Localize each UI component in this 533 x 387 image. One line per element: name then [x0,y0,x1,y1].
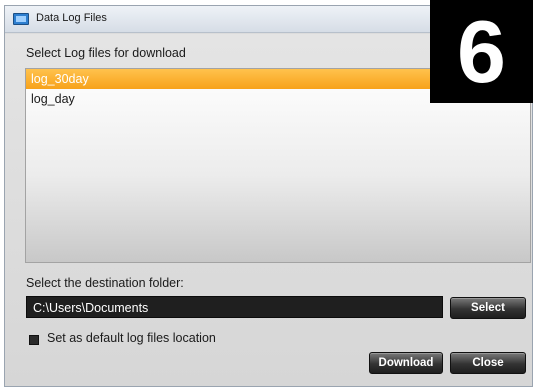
step-number-badge: 6 [430,0,533,103]
destination-folder-label: Select the destination folder: [26,276,184,290]
select-folder-button[interactable]: Select [450,297,526,319]
window-title: Data Log Files [36,12,107,24]
download-button[interactable]: Download [369,352,443,374]
destination-path-field[interactable]: C:\Users\Documents [26,296,443,318]
select-log-files-label: Select Log files for download [26,46,186,60]
close-button[interactable]: Close [450,352,526,374]
default-location-checkbox[interactable] [29,335,39,345]
default-location-label: Set as default log files location [47,331,216,345]
app-window-icon [13,13,29,25]
